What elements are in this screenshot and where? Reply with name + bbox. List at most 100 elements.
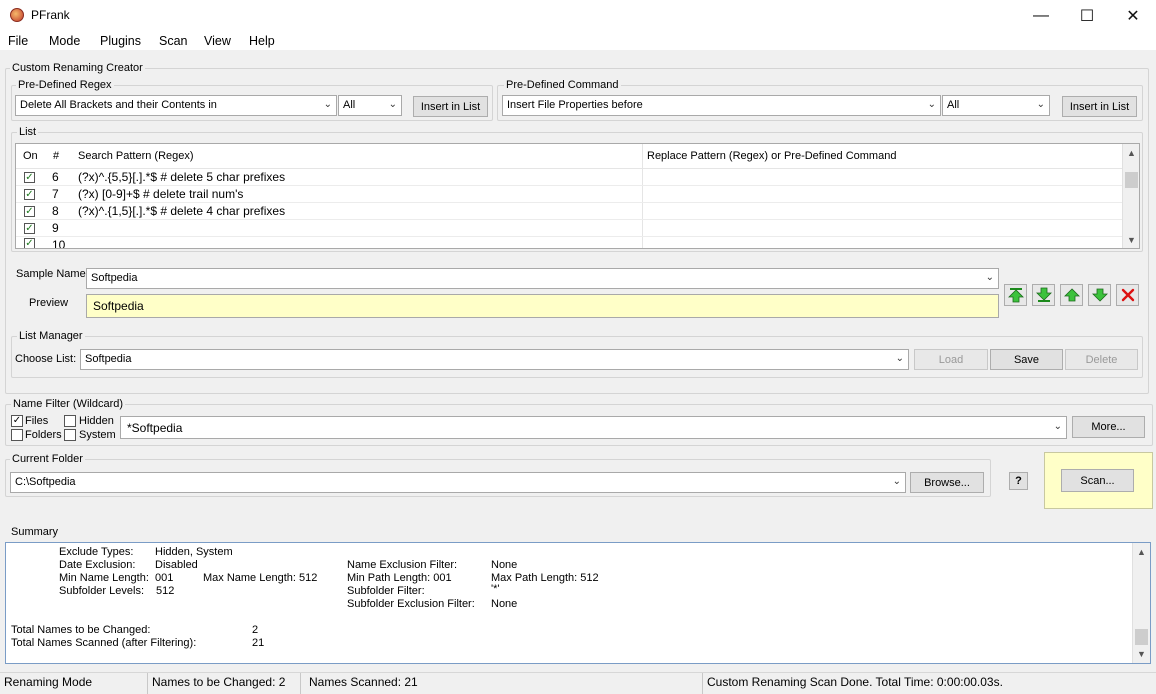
scroll-down-icon[interactable]: ▼ bbox=[1133, 649, 1150, 659]
exclude-types-label: Exclude Types: bbox=[59, 546, 134, 558]
hidden-label: Hidden bbox=[79, 415, 114, 427]
menu-mode[interactable]: Mode bbox=[49, 34, 80, 48]
menu-file[interactable]: File bbox=[8, 34, 28, 48]
regex-insert-button[interactable]: Insert in List bbox=[413, 96, 488, 117]
name-filter-value: *Softpedia bbox=[127, 421, 183, 435]
total-changed-label: Total Names to be Changed: bbox=[11, 624, 151, 636]
move-bottom-button[interactable] bbox=[1032, 284, 1055, 306]
predefined-regex-label: Pre-Defined Regex bbox=[16, 79, 114, 91]
move-bottom-icon bbox=[1035, 287, 1052, 302]
delete-row-button[interactable] bbox=[1116, 284, 1139, 306]
scroll-down-icon[interactable]: ▼ bbox=[1123, 235, 1140, 245]
date-exclusion-value: Disabled bbox=[155, 559, 198, 571]
move-top-button[interactable] bbox=[1004, 284, 1027, 306]
name-filter-input[interactable]: *Softpedia ⌄ bbox=[120, 416, 1067, 439]
row-enabled-checkbox[interactable]: ✓ bbox=[24, 206, 35, 217]
row-enabled-checkbox[interactable]: ✓ bbox=[24, 238, 35, 248]
predefined-regex-select[interactable]: Delete All Brackets and their Contents i… bbox=[15, 95, 337, 116]
scroll-thumb[interactable] bbox=[1125, 172, 1138, 188]
header-replace[interactable]: Replace Pattern (Regex) or Pre-Defined C… bbox=[647, 150, 896, 162]
subfolder-exclusion-filter-label: Subfolder Exclusion Filter: bbox=[347, 598, 475, 610]
move-down-button[interactable] bbox=[1088, 284, 1111, 306]
summary-label: Summary bbox=[9, 526, 61, 538]
chevron-down-icon: ⌄ bbox=[1036, 99, 1045, 110]
scroll-thumb[interactable] bbox=[1135, 629, 1148, 645]
choose-list-select[interactable]: Softpedia ⌄ bbox=[80, 349, 909, 370]
menu-scan[interactable]: Scan bbox=[159, 34, 188, 48]
command-scope-select[interactable]: All ⌄ bbox=[942, 95, 1050, 116]
subfolder-filter-label: Subfolder Filter: bbox=[347, 585, 425, 597]
summary-panel[interactable]: Exclude Types: Hidden, System Date Exclu… bbox=[5, 542, 1151, 664]
total-changed-value: 2 bbox=[252, 624, 259, 636]
scroll-up-icon[interactable]: ▲ bbox=[1133, 547, 1150, 557]
menu-help[interactable]: Help bbox=[249, 34, 275, 48]
list-row[interactable]: ✓ 8 (?x)^.{1,5}[.].*$ # delete 4 char pr… bbox=[16, 203, 1122, 220]
date-exclusion-label: Date Exclusion: bbox=[59, 559, 136, 571]
folders-checkbox[interactable] bbox=[11, 429, 23, 441]
list-row[interactable]: ✓ 6 (?x)^.{5,5}[.].*$ # delete 5 char pr… bbox=[16, 169, 1122, 186]
header-on[interactable]: On bbox=[23, 150, 38, 162]
row-number: 9 bbox=[52, 221, 59, 235]
header-search[interactable]: Search Pattern (Regex) bbox=[78, 150, 194, 162]
app-icon bbox=[10, 8, 24, 22]
min-name-length-label: Min Name Length: bbox=[59, 572, 149, 584]
browse-button[interactable]: Browse... bbox=[910, 472, 984, 493]
name-filter-label: Name Filter (Wildcard) bbox=[11, 398, 126, 410]
sample-name-value: Softpedia bbox=[91, 272, 138, 284]
list-row[interactable]: ✓ 10 bbox=[16, 237, 1122, 248]
subfolder-levels-value: 512 bbox=[156, 585, 175, 597]
files-checkbox[interactable]: ✓ bbox=[11, 415, 23, 427]
subfolder-exclusion-filter-value: None bbox=[491, 598, 518, 610]
row-enabled-checkbox[interactable]: ✓ bbox=[24, 172, 35, 183]
row-enabled-checkbox[interactable]: ✓ bbox=[24, 189, 35, 200]
row-search-pattern: (?x)^.{5,5}[.].*$ # delete 5 char prefix… bbox=[78, 170, 286, 184]
hidden-checkbox[interactable] bbox=[64, 415, 76, 427]
pattern-list[interactable]: On # Search Pattern (Regex) Replace Patt… bbox=[15, 143, 1140, 249]
max-name-length-label: Max Name Length: bbox=[203, 572, 296, 584]
regex-scope-select[interactable]: All ⌄ bbox=[338, 95, 402, 116]
predefined-command-select[interactable]: Insert File Properties before ⌄ bbox=[502, 95, 941, 116]
status-scanned: Names Scanned: 21 bbox=[309, 675, 418, 689]
row-search-pattern: (?x) [0-9]+$ # delete trail num's bbox=[78, 187, 244, 201]
current-folder-value: C:\Softpedia bbox=[15, 476, 76, 488]
predefined-regex-value: Delete All Brackets and their Contents i… bbox=[20, 99, 217, 111]
delete-button[interactable]: Delete bbox=[1065, 349, 1138, 370]
chevron-down-icon: ⌄ bbox=[985, 272, 994, 283]
more-button[interactable]: More... bbox=[1072, 416, 1145, 438]
folders-label: Folders bbox=[25, 429, 62, 441]
min-name-length-value: 001 bbox=[155, 572, 174, 584]
row-number: 10 bbox=[52, 238, 66, 248]
title-bar bbox=[0, 0, 1156, 32]
list-scrollbar[interactable]: ▲ ▼ bbox=[1122, 144, 1139, 248]
status-changed: Names to be Changed: 2 bbox=[152, 675, 286, 689]
predefined-command-value: Insert File Properties before bbox=[507, 99, 643, 111]
move-up-button[interactable] bbox=[1060, 284, 1083, 306]
status-message: Custom Renaming Scan Done. Total Time: 0… bbox=[707, 675, 1003, 689]
list-row[interactable]: ✓ 7 (?x) [0-9]+$ # delete trail num's bbox=[16, 186, 1122, 203]
choose-list-label: Choose List: bbox=[15, 353, 77, 365]
window-title: PFrank bbox=[31, 8, 70, 22]
list-row[interactable]: ✓ 9 bbox=[16, 220, 1122, 237]
system-checkbox[interactable] bbox=[64, 429, 76, 441]
help-button[interactable]: ? bbox=[1009, 472, 1028, 490]
sample-name-input[interactable]: Softpedia ⌄ bbox=[86, 268, 999, 289]
menu-view[interactable]: View bbox=[204, 34, 231, 48]
load-button[interactable]: Load bbox=[914, 349, 988, 370]
list-label: List bbox=[17, 126, 39, 138]
current-folder-input[interactable]: C:\Softpedia ⌄ bbox=[10, 472, 906, 493]
save-button[interactable]: Save bbox=[990, 349, 1063, 370]
summary-scrollbar[interactable]: ▲ ▼ bbox=[1132, 543, 1150, 663]
command-insert-button[interactable]: Insert in List bbox=[1062, 96, 1137, 117]
menu-plugins[interactable]: Plugins bbox=[100, 34, 141, 48]
close-icon[interactable]: ✕ bbox=[1110, 0, 1156, 32]
current-folder-label: Current Folder bbox=[10, 453, 85, 465]
maximize-icon[interactable]: ☐ bbox=[1064, 0, 1110, 32]
scroll-up-icon[interactable]: ▲ bbox=[1123, 148, 1140, 158]
scan-button[interactable]: Scan... bbox=[1061, 469, 1134, 492]
header-num[interactable]: # bbox=[53, 150, 59, 162]
status-separator bbox=[300, 673, 301, 694]
custom-renaming-creator-label: Custom Renaming Creator bbox=[10, 62, 145, 74]
row-enabled-checkbox[interactable]: ✓ bbox=[24, 223, 35, 234]
row-number: 6 bbox=[52, 170, 59, 184]
minimize-icon[interactable]: — bbox=[1018, 0, 1064, 32]
